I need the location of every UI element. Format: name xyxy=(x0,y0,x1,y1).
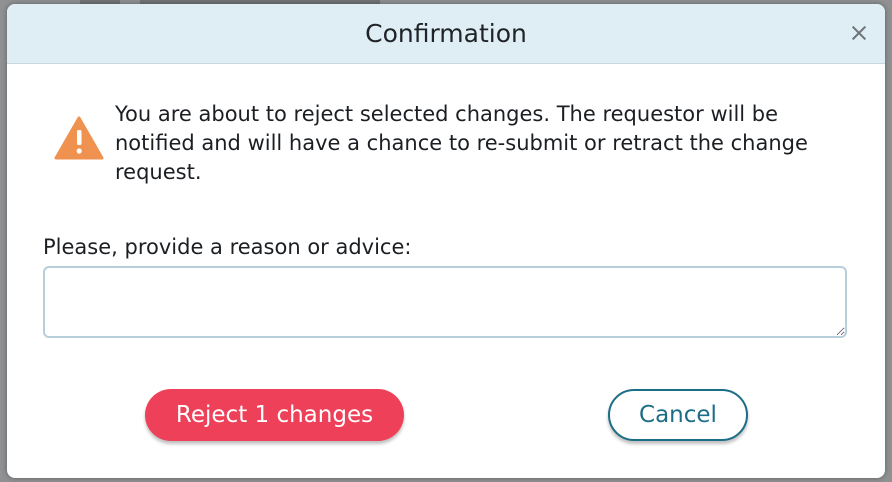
reason-input[interactable] xyxy=(43,266,847,338)
confirmation-dialog: Confirmation You are about to reject sel… xyxy=(7,4,885,478)
reject-button[interactable]: Reject 1 changes xyxy=(145,389,404,441)
cancel-button[interactable]: Cancel xyxy=(608,389,748,441)
dialog-header: Confirmation xyxy=(7,4,885,64)
confirmation-message: You are about to reject selected changes… xyxy=(115,102,808,184)
close-icon[interactable] xyxy=(847,21,871,45)
warning-triangle-icon xyxy=(54,116,104,160)
reason-label: Please, provide a reason or advice: xyxy=(43,235,412,259)
dialog-title: Confirmation xyxy=(365,19,527,48)
